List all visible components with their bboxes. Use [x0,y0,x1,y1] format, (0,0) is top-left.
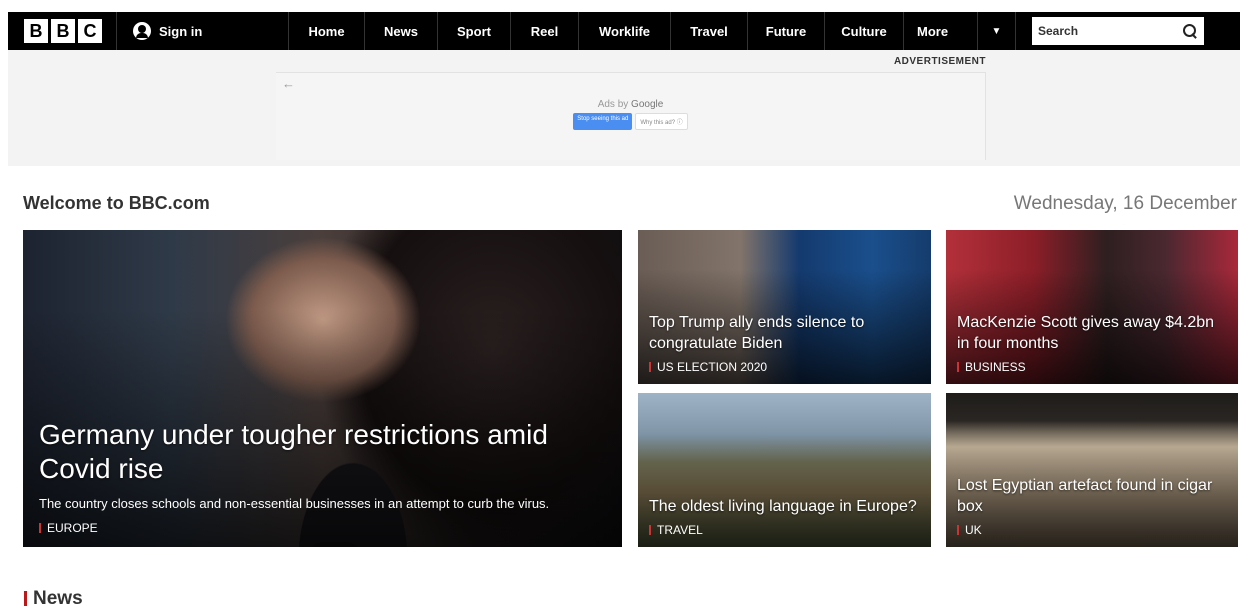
sign-in-label: Sign in [159,23,203,39]
story-headline[interactable]: The oldest living language in Europe? [649,496,921,518]
story-tag-label: US ELECTION 2020 [657,360,768,374]
nav-item-worklife[interactable]: Worklife [579,12,671,50]
caret-down-icon[interactable]: ▼ [978,12,1016,50]
stop-seeing-ad-button[interactable]: Stop seeing this ad [573,113,633,130]
section-title: News [33,588,83,606]
story-tag[interactable]: US ELECTION 2020 [649,360,921,374]
logo-letter-b2: B [51,19,75,43]
user-icon [133,22,151,40]
news-section-heading[interactable]: News [24,588,83,606]
tag-bar [649,362,651,372]
story-tag-label: TRAVEL [657,523,703,537]
story-headline[interactable]: MacKenzie Scott gives away $4.2bn in fou… [957,312,1228,355]
ads-by-label: Ads by [597,99,629,110]
bbc-logo[interactable]: B B C [8,12,117,50]
tag-bar [39,523,41,533]
story-tag[interactable]: BUSINESS [957,360,1228,374]
advertisement-label: ADVERTISEMENT [893,56,986,67]
story-card-egyptian-artefact[interactable]: Lost Egyptian artefact found in cigar bo… [946,393,1238,547]
story-card-mackenzie-scott[interactable]: MacKenzie Scott gives away $4.2bn in fou… [946,230,1238,384]
card-text-block: Top Trump ally ends silence to congratul… [649,312,921,374]
hero-headline[interactable]: Germany under tougher restrictions amid … [39,418,602,486]
story-headline[interactable]: Top Trump ally ends silence to congratul… [649,312,921,355]
ad-frame: ← Ads by Google Stop seeing this ad Why … [276,72,986,160]
top-navigation-bar: B B C Sign in Home News Sport Reel Workl… [8,12,1240,50]
google-label: Google [631,99,664,110]
why-this-ad-button[interactable]: Why this ad? ⓘ [635,113,688,130]
nav-item-culture[interactable]: Culture [825,12,904,50]
search-box [1032,17,1204,45]
sign-in-link[interactable]: Sign in [117,12,289,50]
tag-bar [957,525,959,535]
card-text-block: MacKenzie Scott gives away $4.2bn in fou… [957,312,1228,374]
story-headline[interactable]: Lost Egyptian artefact found in cigar bo… [957,475,1228,518]
hero-summary: The country closes schools and non-essen… [39,496,550,512]
nav-item-sport[interactable]: Sport [438,12,511,50]
tag-bar [649,525,651,535]
arrow-left-icon[interactable]: ← [282,76,295,91]
nav-item-more[interactable]: More [904,12,978,50]
card-text-block: Lost Egyptian artefact found in cigar bo… [957,475,1228,537]
logo-letter-c: C [78,19,102,43]
hero-text-block: Germany under tougher restrictions amid … [39,418,602,535]
logo-letter-b1: B [24,19,48,43]
story-tag[interactable]: TRAVEL [649,523,921,537]
nav-item-travel[interactable]: Travel [671,12,748,50]
story-tag-label: BUSINESS [965,360,1026,374]
nav-item-news[interactable]: News [365,12,438,50]
section-bar [24,591,27,606]
search-input[interactable] [1038,24,1168,38]
search-icon[interactable] [1182,23,1198,39]
main-nav: Home News Sport Reel Worklife Travel Fut… [289,12,1016,50]
nav-item-future[interactable]: Future [748,12,825,50]
card-text-block: The oldest living language in Europe? TR… [649,496,921,537]
nav-item-reel[interactable]: Reel [511,12,579,50]
hero-tag-label: EUROPE [47,521,98,535]
tag-bar [957,362,959,372]
story-card-oldest-language[interactable]: The oldest living language in Europe? TR… [638,393,931,547]
current-date: Wednesday, 16 December [1013,193,1237,214]
ad-buttons: Stop seeing this ad Why this ad? ⓘ [276,113,985,130]
welcome-title: Welcome to BBC.com [23,193,210,213]
hero-story-card[interactable]: Germany under tougher restrictions amid … [23,230,622,547]
story-tag-label: UK [965,523,982,537]
hero-tag[interactable]: EUROPE [39,521,602,535]
story-tag[interactable]: UK [957,523,1228,537]
nav-item-home[interactable]: Home [289,12,365,50]
advertisement-band: ADVERTISEMENT ← Ads by Google Stop seein… [8,50,1240,166]
ads-by-text: Ads by Google [276,99,985,110]
ads-by-google: Ads by Google Stop seeing this ad Why th… [276,99,985,130]
story-card-trump-ally[interactable]: Top Trump ally ends silence to congratul… [638,230,931,384]
